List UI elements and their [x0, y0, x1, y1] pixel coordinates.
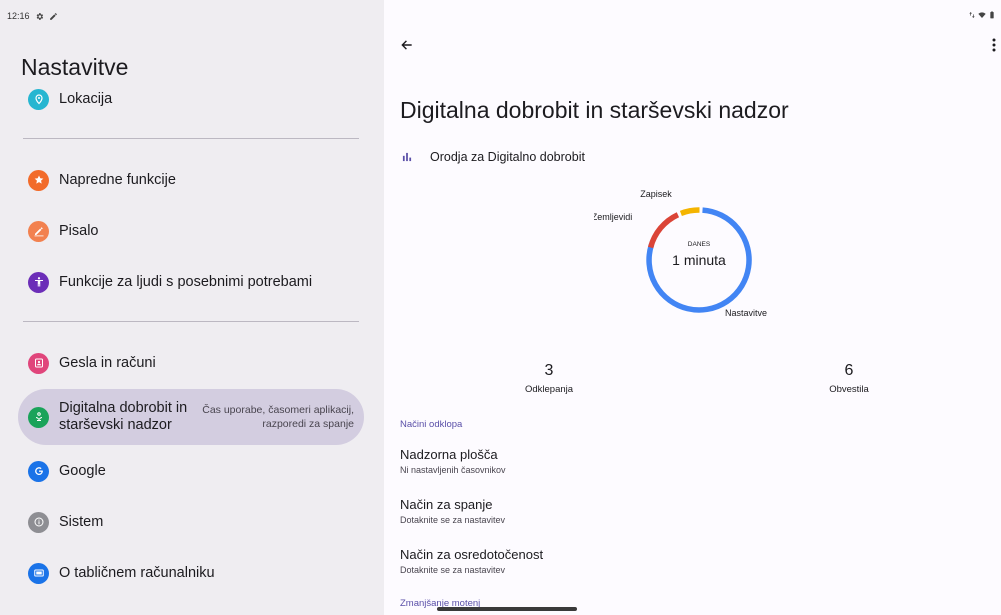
settings-item-stylus[interactable]: Pisalo — [18, 220, 364, 242]
wellbeing-tools-link[interactable]: Orodja za Digitalno dobrobit — [400, 150, 585, 164]
settings-item-label: Lokacija — [59, 91, 113, 107]
stat-label: Odklepanja — [524, 384, 574, 395]
stat-notifications[interactable]: 6 Obvestila — [789, 362, 909, 395]
star-icon — [28, 169, 49, 191]
divider — [23, 138, 359, 139]
settings-item-about-tablet[interactable]: O tabličnem računalniku — [18, 562, 364, 584]
account-icon — [28, 352, 49, 374]
mode-title: Nadzorna plošča — [400, 447, 498, 462]
pen-icon — [28, 220, 49, 242]
settings-item-accessibility[interactable]: Funkcije za ljudi s posebnimi potrebami — [18, 271, 364, 293]
back-arrow-icon[interactable] — [398, 36, 416, 54]
mode-item-bedtime[interactable]: Način za spanje Dotaknite se za nastavit… — [400, 497, 505, 525]
mode-item-focus[interactable]: Način za osredotočenost Dotaknite se za … — [400, 547, 543, 575]
usage-donut-chart[interactable]: DANES 1 minuta Zapisek Zemljevidi Nastav… — [592, 150, 834, 340]
settings-item-label: Google — [59, 463, 106, 479]
page-title: Digitalna dobrobit in starševski nadzor — [400, 97, 789, 123]
settings-item-label: Digitalna dobrobit in starševski nadzor — [59, 400, 188, 433]
location-pin-icon — [28, 88, 49, 110]
stat-value: 6 — [844, 362, 854, 379]
mode-title: Način za spanje — [400, 497, 493, 512]
digital-wellbeing-pane: Digitalna dobrobit in starševski nadzor … — [384, 0, 1001, 615]
settings-item-location[interactable]: Lokacija — [18, 88, 364, 110]
mode-title: Način za osredotočenost — [400, 547, 544, 562]
stat-label: Obvestila — [829, 384, 869, 395]
gear-icon — [36, 12, 43, 20]
section-header-disconnect-modes: Načini odklopa — [400, 419, 463, 430]
settings-item-digital-wellbeing[interactable]: Digitalna dobrobit in starševski nadzor … — [18, 389, 364, 445]
stat-unlocks[interactable]: 3 Odklepanja — [489, 362, 609, 395]
status-bar-left: 12:16 — [7, 11, 58, 21]
mode-subtitle: Dotaknite se za nastavitev — [400, 565, 506, 575]
settings-item-advanced-features[interactable]: Napredne funkcije — [18, 169, 364, 191]
donut-label-zapisek: Zapisek — [640, 189, 672, 199]
mode-subtitle: Ni nastavljenih časovnikov — [400, 465, 506, 475]
google-icon — [28, 460, 49, 482]
navigation-gesture-bar[interactable] — [437, 607, 577, 611]
settings-item-label: Pisalo — [59, 223, 99, 239]
donut-segment-zapisek — [679, 207, 700, 217]
settings-item-label: Sistem — [59, 514, 104, 530]
status-bar-right — [968, 11, 996, 19]
wifi-icon — [978, 12, 986, 18]
donut-label-zemljevidi: Zemljevidi — [594, 212, 632, 222]
tablet-icon — [28, 562, 49, 584]
stat-value: 3 — [544, 362, 554, 379]
more-options-icon[interactable] — [989, 36, 999, 54]
data-arrows-icon — [969, 12, 975, 18]
settings-item-passwords-accounts[interactable]: Gesla in računi — [18, 352, 364, 374]
info-icon — [28, 511, 49, 533]
accessibility-icon — [28, 271, 49, 293]
settings-item-label: Napredne funkcije — [59, 172, 176, 188]
settings-title: Nastavitve — [21, 54, 129, 80]
settings-item-summary: Čas uporabe, časomeri aplikacij, razpore… — [202, 404, 354, 430]
settings-item-google[interactable]: Google — [18, 460, 364, 482]
wellbeing-tools-label: Orodja za Digitalno dobrobit — [430, 150, 585, 164]
settings-item-label: Funkcije za ljudi s posebnimi potrebami — [59, 274, 313, 290]
bar-chart-icon — [402, 152, 412, 162]
settings-item-label: O tabličnem računalniku — [59, 565, 215, 581]
donut-center-value: 1 minuta — [672, 252, 726, 268]
settings-item-system[interactable]: Sistem — [18, 511, 364, 533]
donut-center-caption: DANES — [688, 241, 711, 248]
settings-item-label: Gesla in računi — [59, 355, 156, 371]
donut-label-nastavitve: Nastavitve — [725, 308, 767, 318]
divider — [23, 321, 359, 322]
status-time: 12:16 — [7, 11, 30, 21]
mode-item-dashboard[interactable]: Nadzorna plošča Ni nastavljenih časovnik… — [400, 447, 506, 475]
donut-segment-zemljevidi — [647, 212, 680, 249]
battery-icon — [990, 11, 994, 19]
settings-list-pane: 12:16 Nastavitve Lokacija Napredne funkc… — [0, 0, 384, 615]
wellbeing-icon — [28, 406, 49, 428]
pen-status-icon — [49, 12, 57, 20]
mode-subtitle: Dotaknite se za nastavitev — [400, 515, 506, 525]
